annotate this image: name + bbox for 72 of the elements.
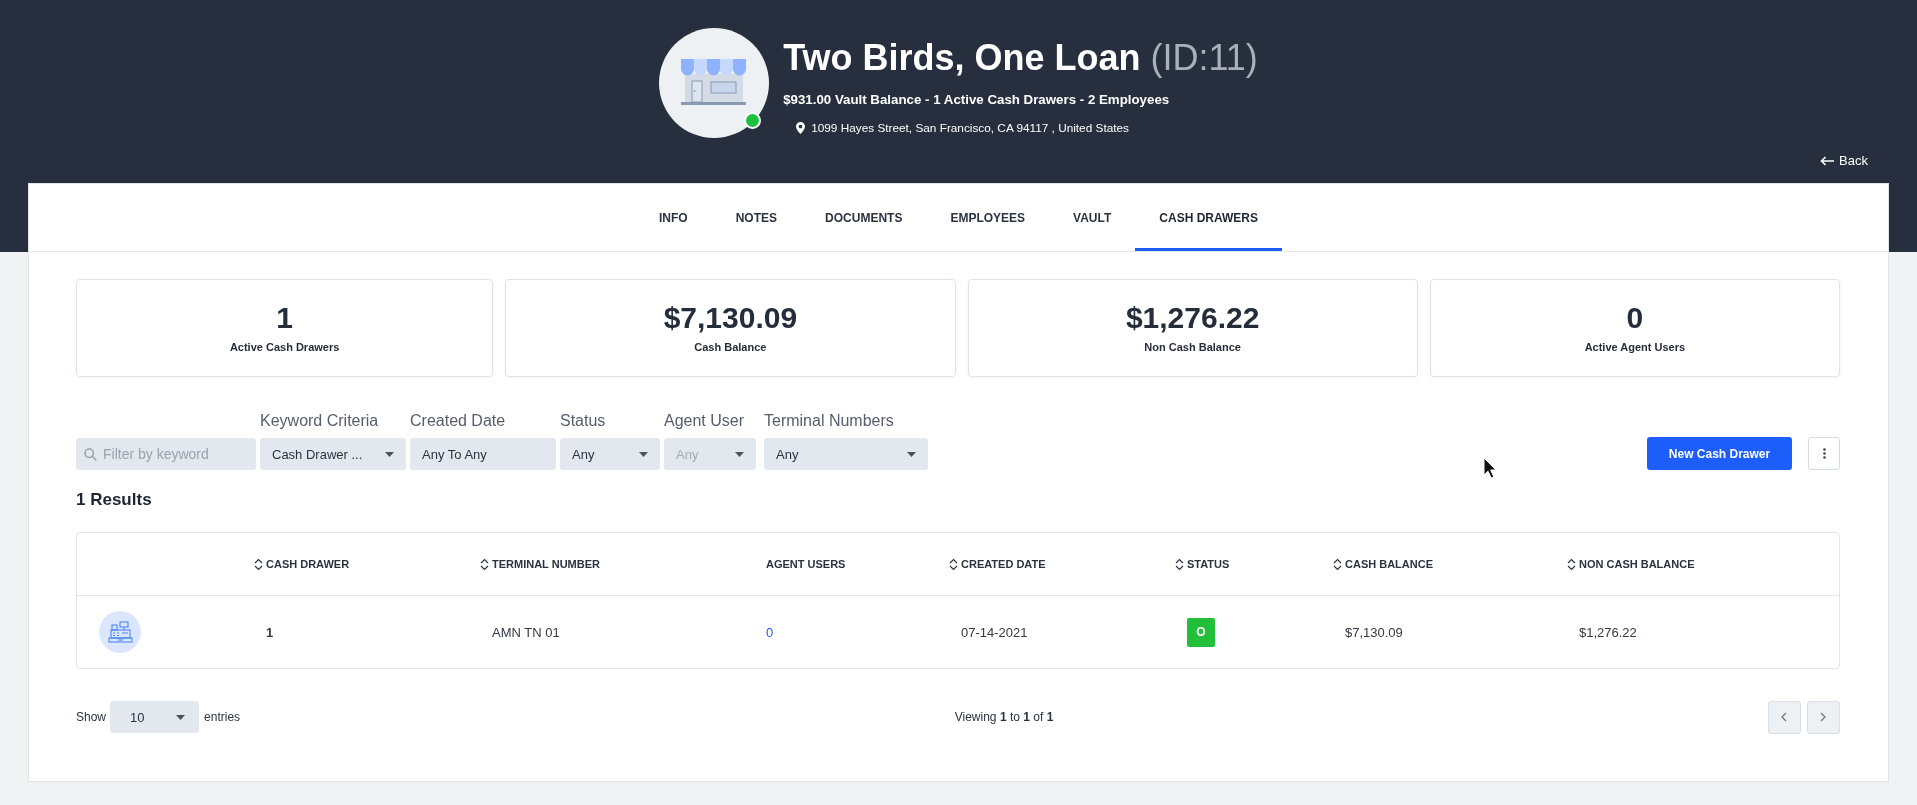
table-cell: 07-14-2021 — [961, 624, 1028, 640]
tab[interactable]: VAULT — [1049, 184, 1136, 251]
column-header[interactable]: CREATED DATE — [949, 557, 1046, 571]
caret-down-icon — [639, 451, 648, 457]
previous-page-button[interactable] — [1768, 700, 1801, 734]
store-summary: $931.00 Vault Balance - 1 Active Cash Drawers - 2 Employees — [783, 91, 1171, 109]
table-cell: $1,276.22 — [1579, 624, 1637, 640]
filter-label: Keyword Criteria — [260, 411, 379, 431]
tab[interactable]: NOTES — [711, 184, 802, 251]
stat-label: Active Cash Drawers — [229, 340, 340, 355]
cash-register-icon — [99, 611, 141, 653]
chevron-right-icon — [1820, 712, 1827, 722]
column-header[interactable]: CASH DRAWER — [254, 557, 350, 571]
search-field[interactable]: Filter by keyword — [76, 438, 256, 470]
more-options-button[interactable] — [1808, 437, 1840, 470]
sort-icon — [1333, 557, 1342, 571]
filter-label: Terminal Numbers — [764, 411, 894, 431]
dropdown-field[interactable]: Any — [560, 438, 660, 470]
entries-label: entries — [204, 710, 241, 724]
caret-down-icon — [735, 451, 744, 457]
sort-icon — [1567, 557, 1576, 571]
location-pin-icon — [796, 122, 806, 134]
stat-value: 0 — [1626, 300, 1644, 336]
sort-icon — [1175, 557, 1184, 571]
search-icon — [84, 448, 97, 461]
sort-icon — [949, 557, 958, 571]
caret-down-icon — [907, 451, 916, 457]
filter-label: Agent User — [664, 411, 745, 431]
store-address: 1099 Hayes Street, San Francisco, CA 94117 , United States — [811, 120, 1129, 136]
date-range-field[interactable]: Any To Any — [410, 438, 556, 470]
column-header[interactable]: TERMINAL NUMBER — [480, 557, 600, 571]
stat-value: $1,276.22 — [1125, 300, 1260, 336]
column-header[interactable]: CASH BALANCE — [1333, 557, 1433, 571]
vertical-dots-icon — [1822, 448, 1826, 459]
sort-icon — [480, 557, 489, 571]
column-header[interactable]: NON CASH BALANCE — [1567, 557, 1695, 571]
stat-value: 1 — [276, 300, 293, 336]
table-cell: 1 — [266, 624, 274, 640]
tab[interactable]: DOCUMENTS — [801, 184, 927, 251]
results-count: 1 Results — [76, 489, 152, 511]
caret-down-icon — [176, 714, 186, 720]
pagination-summary: Viewing 1 to 1 of 1 — [954, 710, 1054, 724]
page-size-dropdown[interactable]: 10 — [110, 701, 200, 733]
show-label: Show — [76, 710, 107, 724]
mouse-pointer-icon — [1483, 457, 1497, 479]
tab[interactable]: INFO — [635, 184, 712, 251]
column-header[interactable]: STATUS — [1175, 557, 1230, 571]
stat-label: Active Agent Users — [1584, 340, 1686, 355]
next-page-button[interactable] — [1807, 700, 1840, 734]
dropdown-field[interactable]: Cash Drawer ... — [260, 438, 406, 470]
agent-users-link[interactable]: 0 — [766, 624, 774, 640]
chevron-left-icon — [1781, 712, 1788, 722]
column-header: AGENT USERS — [766, 558, 846, 570]
arrow-left-icon — [1820, 156, 1835, 166]
new-cash-drawer-button[interactable]: New Cash Drawer — [1647, 437, 1792, 470]
dropdown-field[interactable]: Any — [764, 438, 928, 470]
filter-label: Created Date — [410, 411, 506, 431]
store-id: (ID:11) — [1150, 37, 1258, 78]
tab[interactable]: CASH DRAWERS — [1135, 184, 1282, 251]
filter-label: Status — [560, 411, 606, 431]
table-cell: AMN TN 01 — [492, 624, 560, 640]
tab[interactable]: EMPLOYEES — [926, 184, 1050, 251]
table-cell: $7,130.09 — [1345, 624, 1403, 640]
sort-icon — [254, 557, 263, 571]
caret-down-icon — [385, 451, 394, 457]
stat-label: Non Cash Balance — [1144, 340, 1241, 355]
storefront-icon — [659, 28, 770, 138]
stat-label: Cash Balance — [694, 340, 767, 355]
store-name: Two Birds, One Loan — [783, 37, 1141, 78]
stat-value: $7,130.09 — [663, 300, 798, 336]
status-badge: O — [1187, 617, 1215, 647]
back-link[interactable]: Back — [1820, 152, 1868, 170]
